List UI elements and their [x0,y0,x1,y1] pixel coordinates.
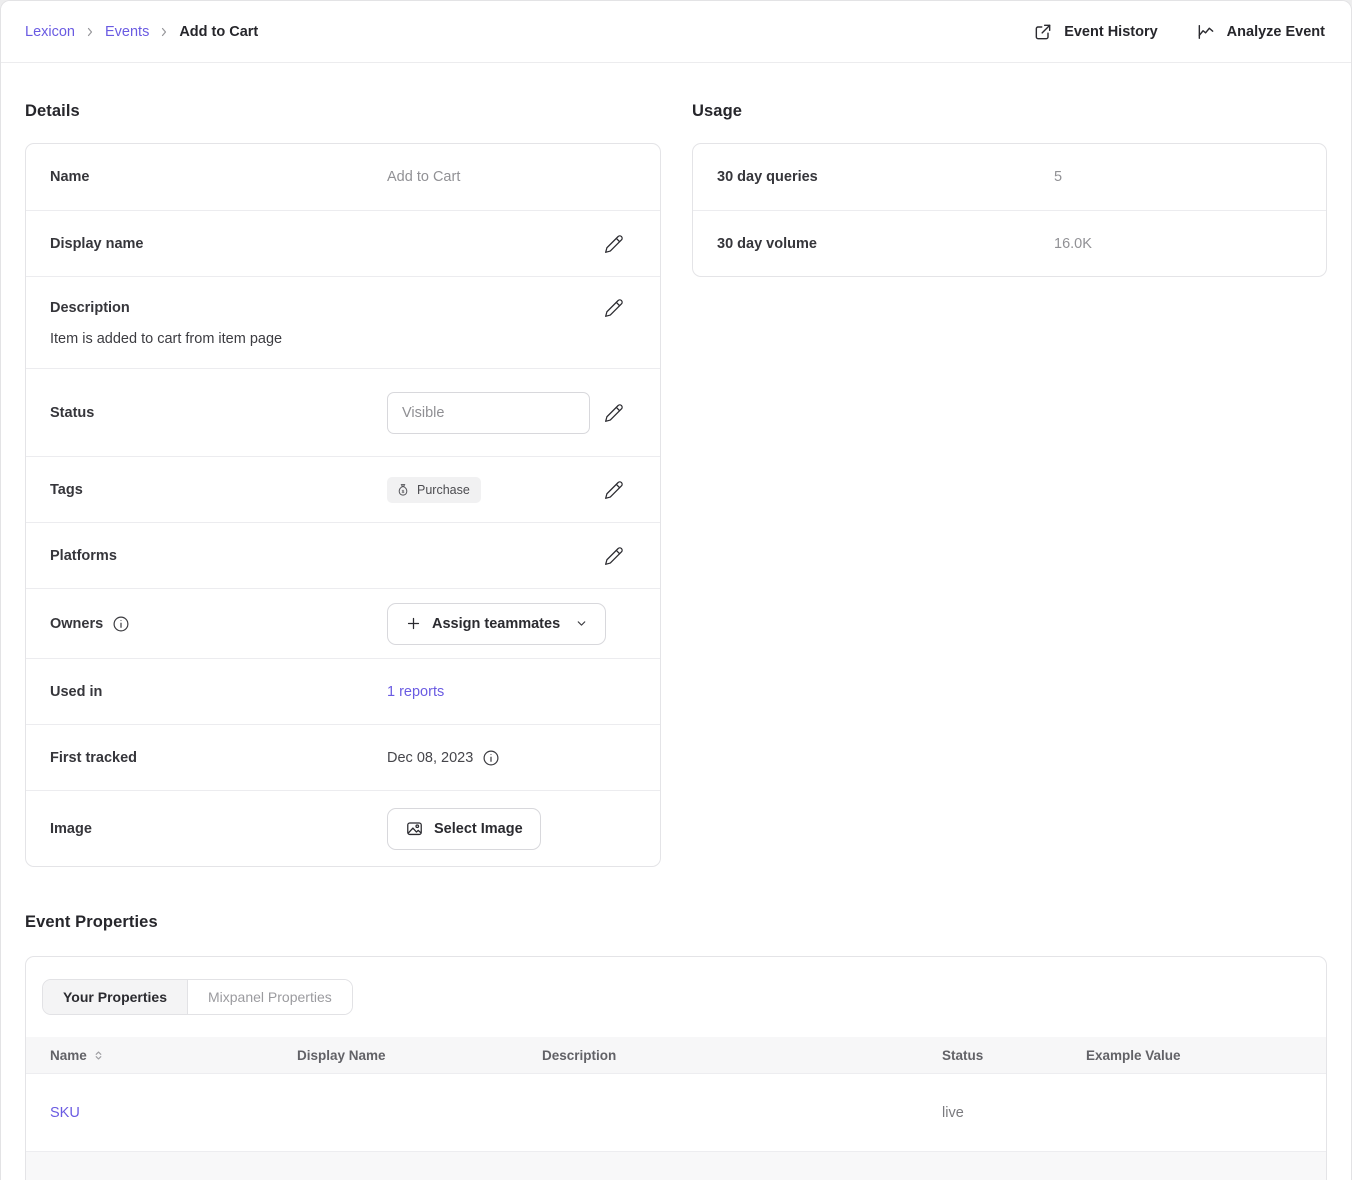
breadcrumb-current-event: Add to Cart [179,24,258,40]
detail-row-name: Name Add to Cart [26,144,660,210]
tab-mixpanel-properties[interactable]: Mixpanel Properties [188,980,352,1014]
properties-table-header: Name Display Name Description Status Exa… [26,1037,1326,1073]
details-card: Name Add to Cart Display name [25,143,661,867]
detail-row-used-in: Used in 1 reports [26,658,660,724]
properties-tab-group: Your Properties Mixpanel Properties [42,979,353,1015]
detail-row-tags: Tags $ Purchase [26,456,660,522]
column-header-status: Status [942,1048,1086,1063]
breadcrumb: Lexicon Events Add to Cart [25,24,258,40]
pencil-icon [604,234,624,254]
usage-section: Usage 30 day queries 5 30 day volume 16.… [692,102,1327,867]
line-chart-icon [1196,22,1216,42]
breadcrumb-events-link[interactable]: Events [105,24,149,40]
assign-teammates-label: Assign teammates [432,616,560,632]
detail-row-first-tracked: First tracked Dec 08, 2023 [26,724,660,790]
display-name-label: Display name [50,236,387,252]
status-input[interactable] [387,392,590,434]
tab-your-properties[interactable]: Your Properties [43,980,188,1014]
details-title: Details [25,102,661,121]
used-in-reports-link[interactable]: 1 reports [387,684,444,700]
volume-value: 16.0K [1054,236,1302,252]
column-header-example-value: Example Value [1086,1048,1302,1063]
name-label: Name [50,169,387,185]
tags-label: Tags [50,482,387,498]
detail-row-image: Image Select Image [26,790,660,866]
owners-info-button[interactable] [112,615,130,633]
event-history-label: Event History [1064,24,1157,40]
edit-status-button[interactable] [602,401,626,425]
svg-text:$: $ [402,488,405,494]
first-tracked-label: First tracked [50,750,387,766]
detail-row-description: Description Item is added to cart from i… [26,276,660,368]
first-tracked-value: Dec 08, 2023 [387,750,473,766]
image-icon [405,819,424,838]
info-circle-icon [112,615,130,633]
event-properties-title: Event Properties [25,913,1327,932]
usage-row-volume: 30 day volume 16.0K [693,210,1326,276]
select-image-label: Select Image [434,821,523,837]
edit-platforms-button[interactable] [602,544,626,568]
analyze-event-label: Analyze Event [1227,24,1325,40]
edit-description-button[interactable] [602,296,626,320]
detail-row-status: Status [26,368,660,456]
property-link-sku[interactable]: SKU [50,1105,80,1121]
external-link-icon [1033,22,1053,42]
queries-label: 30 day queries [717,169,1054,185]
details-section: Details Name Add to Cart Display name [25,102,661,867]
platforms-label: Platforms [50,548,387,564]
image-label: Image [50,821,387,837]
property-row-sku[interactable]: SKU live [26,1073,1326,1151]
event-properties-section: Event Properties Your Properties Mixpane… [25,913,1327,1180]
name-value: Add to Cart [387,169,636,185]
usage-row-queries: 30 day queries 5 [693,144,1326,210]
properties-table: Name Display Name Description Status Exa… [26,1037,1326,1180]
first-tracked-info-button[interactable] [482,749,500,767]
event-properties-card: Your Properties Mixpanel Properties Name… [25,956,1327,1180]
description-label: Description [50,300,602,316]
owners-label: Owners [50,616,103,632]
property-row-scroll-pct[interactable]: Scroll % live [26,1151,1326,1180]
pencil-icon [604,480,624,500]
breadcrumb-lexicon-link[interactable]: Lexicon [25,24,75,40]
chevron-right-icon [84,26,96,38]
plus-icon [405,615,422,632]
select-image-button[interactable]: Select Image [387,808,541,850]
chevron-down-icon [575,617,588,630]
tag-chip-purchase: $ Purchase [387,477,481,503]
detail-row-display-name: Display name [26,210,660,276]
edit-tags-button[interactable] [602,478,626,502]
used-in-label: Used in [50,684,387,700]
property-status: live [942,1105,1086,1121]
header-actions: Event History Analyze Event [1033,22,1325,42]
detail-row-platforms: Platforms [26,522,660,588]
queries-value: 5 [1054,169,1302,185]
tag-chip-label: Purchase [417,483,470,497]
info-circle-icon [482,749,500,767]
analyze-event-button[interactable]: Analyze Event [1196,22,1325,42]
usage-title: Usage [692,102,1327,121]
column-header-name[interactable]: Name [50,1048,297,1063]
chevron-right-icon [158,26,170,38]
description-text: Item is added to cart from item page [50,331,636,347]
pencil-icon [604,403,624,423]
sort-arrows-icon [93,1050,104,1061]
lexicon-event-detail-page: Lexicon Events Add to Cart Event History [0,0,1352,1180]
status-label: Status [50,405,387,421]
edit-display-name-button[interactable] [602,232,626,256]
event-history-button[interactable]: Event History [1033,22,1157,42]
assign-teammates-button[interactable]: Assign teammates [387,603,606,645]
pencil-icon [604,298,624,318]
usage-card: 30 day queries 5 30 day volume 16.0K [692,143,1327,277]
page-header: Lexicon Events Add to Cart Event History [1,1,1351,63]
column-header-display-name: Display Name [297,1048,542,1063]
pencil-icon [604,546,624,566]
money-bag-icon: $ [396,483,410,497]
column-header-description: Description [542,1048,942,1063]
volume-label: 30 day volume [717,236,1054,252]
detail-row-owners: Owners [26,588,660,658]
column-name-label: Name [50,1048,87,1063]
